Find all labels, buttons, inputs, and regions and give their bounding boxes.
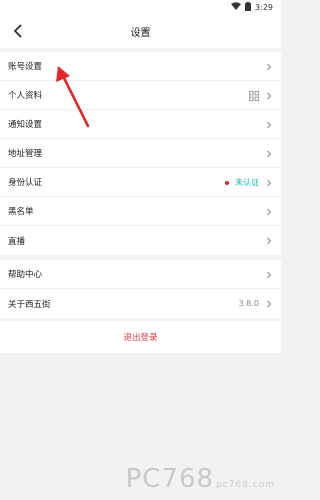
annotation-arrow-icon [56, 66, 90, 128]
unverified-dot [225, 180, 229, 185]
row-help-center[interactable]: 帮助中心 [0, 260, 281, 289]
row-label: 账号设置 [8, 62, 43, 72]
watermark-main: PC768 [125, 464, 215, 494]
chevron-right-icon [267, 92, 272, 99]
row-identity-verification[interactable]: 身份认证 未认证 [0, 168, 281, 197]
nav-bar: 设置 [0, 14, 281, 48]
row-account-settings[interactable]: 账号设置 [0, 52, 281, 81]
row-live-stream[interactable]: 直播 [0, 226, 281, 255]
row-label: 地址管理 [8, 149, 43, 159]
watermark-sub: pc768.com [216, 480, 275, 490]
battery-icon [245, 1, 252, 13]
chevron-right-icon [267, 121, 272, 128]
row-address-management[interactable]: 地址管理 [0, 139, 281, 168]
qr-code-icon [249, 90, 259, 101]
row-label: 关于西五街 [8, 299, 51, 310]
row-blacklist[interactable]: 黑名单 [0, 197, 281, 226]
row-label: 通知设置 [8, 120, 43, 130]
watermark-logo: PC768 pc768.com [126, 464, 275, 494]
row-label: 个人资料 [8, 91, 43, 101]
chevron-right-icon [267, 300, 272, 307]
row-label: 直播 [8, 236, 26, 247]
wifi-icon [231, 2, 242, 12]
chevron-right-icon [267, 150, 272, 157]
app-version: 3.8.0 [238, 299, 259, 308]
settings-group-account: 账号设置 个人资料 通知设置 地址管理 身份认证 未认证 黑名单 直播 [0, 52, 281, 255]
row-about[interactable]: 关于西五街 3.8.0 [0, 289, 281, 318]
page-title: 设置 [130, 28, 151, 39]
chevron-right-icon [267, 237, 272, 244]
row-label: 帮助中心 [8, 270, 43, 280]
logout-label: 退出登录 [123, 333, 158, 343]
chevron-right-icon [267, 271, 272, 278]
chevron-right-icon [267, 179, 272, 186]
status-time: 3:29 [255, 2, 273, 12]
chevron-right-icon [267, 208, 272, 215]
status-bar: 3:29 [0, 0, 281, 14]
row-notification-settings[interactable]: 通知设置 [0, 110, 281, 139]
chevron-right-icon [267, 63, 272, 70]
verification-status: 未认证 [235, 178, 259, 187]
row-label: 身份认证 [8, 178, 43, 188]
settings-group-about: 帮助中心 关于西五街 3.8.0 [0, 260, 281, 318]
logout-button[interactable]: 退出登录 [0, 321, 281, 353]
row-profile[interactable]: 个人资料 [0, 81, 281, 110]
row-label: 黑名单 [8, 207, 34, 217]
